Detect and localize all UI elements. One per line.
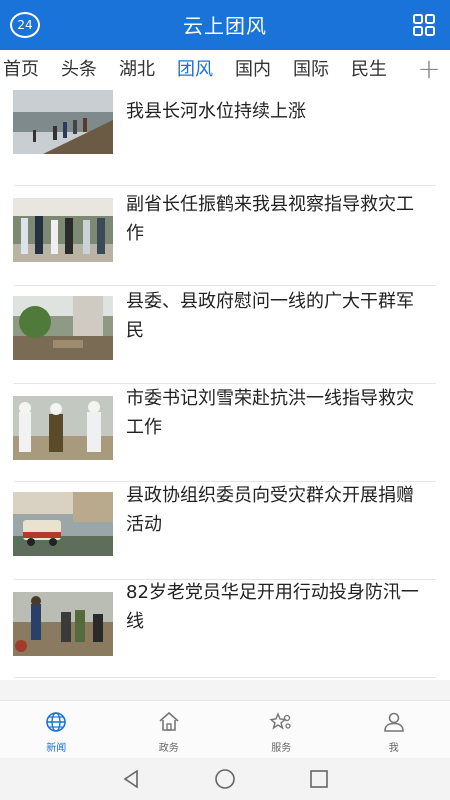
plus-icon[interactable]: + (408, 50, 450, 90)
channel-tabs: 首页 头条 湖北 团风 国内 国际 民生 + (0, 50, 450, 90)
badge-24-icon[interactable]: 24 (10, 12, 40, 38)
divider (14, 677, 436, 678)
news-headline[interactable]: 副省长任振鹤来我县视察指导救灾工作 (126, 190, 426, 248)
nav-me[interactable]: 我 (338, 701, 450, 758)
news-thumbnail (13, 592, 113, 656)
nav-news[interactable]: 新闻 (0, 701, 113, 758)
nav-label: 服务 (271, 743, 292, 754)
news-headline[interactable]: 我县长河水位持续上涨 (126, 97, 426, 126)
user-icon (383, 712, 404, 732)
list-item[interactable]: 县政协组织委员向受灾群众开展捐赠活动 (0, 484, 450, 582)
news-headline[interactable]: 市委书记刘雪荣赴抗洪一线指导救灾工作 (126, 384, 426, 442)
news-thumbnail (13, 90, 113, 154)
globe-icon (46, 712, 67, 732)
home-circle-icon[interactable] (212, 766, 238, 792)
list-item[interactable]: 县委、县政府慰问一线的广大干群军民 (0, 288, 450, 386)
news-feed[interactable]: 我县长河水位持续上涨 副省长任振鹤来我县视察指导救灾工作 县委、县政府慰问一线的… (0, 90, 450, 700)
star-service-icon (269, 712, 291, 730)
news-headline[interactable]: 县委、县政府慰问一线的广大干群军民 (126, 287, 426, 345)
app-header: 24 云上团风 (0, 0, 450, 50)
tab-international[interactable]: 国际 (282, 50, 340, 90)
feed-bottom (0, 680, 450, 700)
tab-hubei[interactable]: 湖北 (108, 50, 166, 90)
list-item[interactable]: 副省长任振鹤来我县视察指导救灾工作 (0, 190, 450, 288)
system-nav-bar (0, 758, 450, 800)
news-headline[interactable]: 82岁老党员华足开用行动投身防汛一线 (126, 578, 426, 636)
nav-label: 新闻 (46, 743, 67, 754)
nav-label: 政务 (158, 743, 179, 754)
bottom-nav: 新闻 政务 服务 我 (0, 700, 450, 758)
divider (14, 185, 436, 186)
divider (14, 285, 436, 286)
recents-icon[interactable] (306, 766, 332, 792)
news-thumbnail (13, 198, 113, 262)
app-title: 云上团风 (183, 14, 267, 38)
grid-menu-icon[interactable] (412, 13, 436, 37)
list-item[interactable]: 我县长河水位持续上涨 (0, 90, 450, 168)
home-icon (159, 711, 179, 731)
nav-label: 我 (388, 743, 399, 754)
tab-domestic[interactable]: 国内 (224, 50, 282, 90)
back-icon[interactable] (118, 766, 144, 792)
news-thumbnail (13, 492, 113, 556)
news-headline[interactable]: 县政协组织委员向受灾群众开展捐赠活动 (126, 481, 426, 539)
list-item[interactable]: 市委书记刘雪荣赴抗洪一线指导救灾工作 (0, 386, 450, 484)
list-item[interactable]: 82岁老党员华足开用行动投身防汛一线 (0, 582, 450, 680)
tab-tuanfeng[interactable]: 团风 (166, 50, 224, 90)
news-thumbnail (13, 296, 113, 360)
nav-service[interactable]: 服务 (225, 701, 338, 758)
nav-government[interactable]: 政务 (113, 701, 226, 758)
tab-headlines[interactable]: 头条 (50, 50, 108, 90)
tab-home[interactable]: 首页 (0, 50, 50, 90)
news-thumbnail (13, 396, 113, 460)
